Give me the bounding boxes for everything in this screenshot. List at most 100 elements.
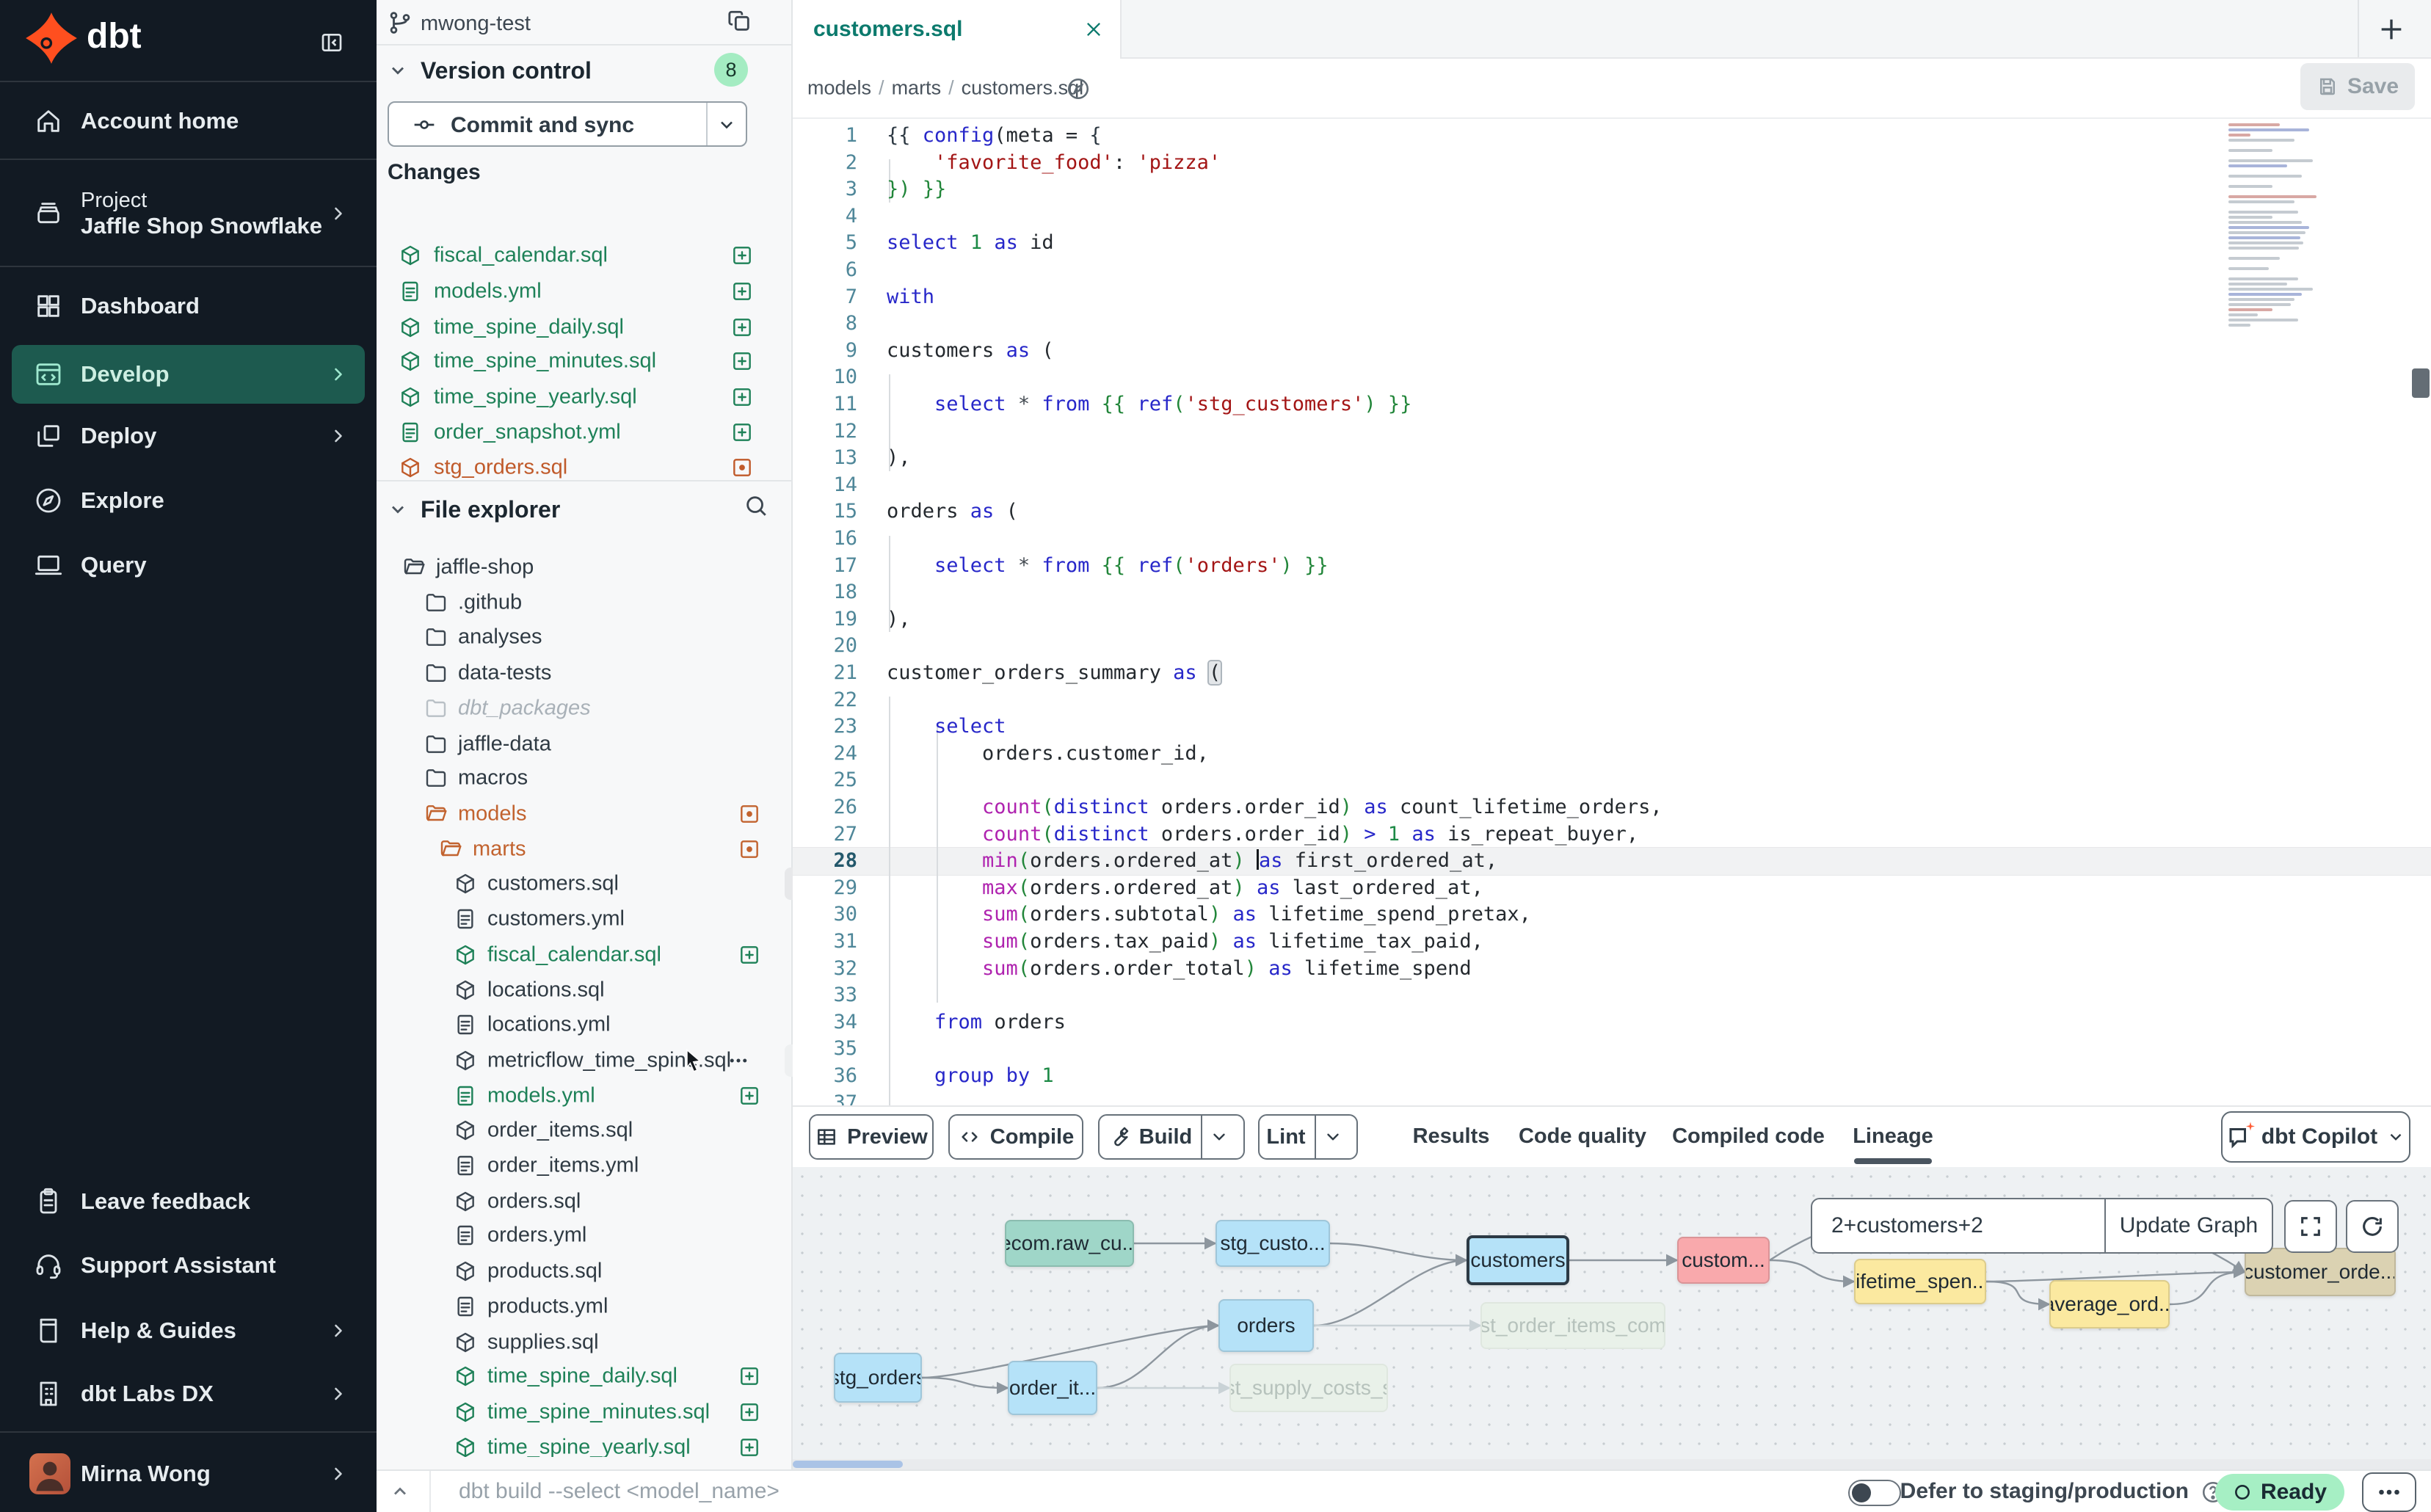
code-line[interactable]: 10: [793, 363, 2431, 390]
modified-badge-icon[interactable]: [730, 456, 754, 479]
file-search-icon[interactable]: [744, 493, 768, 518]
code-line[interactable]: 13),: [793, 444, 2431, 471]
breadcrumb-item[interactable]: marts: [892, 77, 942, 99]
code-line[interactable]: 27 count(distinct orders.order_id) > 1 a…: [793, 821, 2431, 848]
lineage-node-life[interactable]: lifetime_spen...: [1854, 1259, 1986, 1304]
sidebar-item-dashboard[interactable]: Dashboard: [0, 267, 377, 345]
tree-item--github[interactable]: .github: [377, 586, 793, 619]
code-line[interactable]: 1{{ config(meta = {: [793, 122, 2431, 149]
tab-results[interactable]: Results: [1413, 1107, 1490, 1166]
tree-item-order-items-sql[interactable]: order_items.sql: [377, 1113, 793, 1147]
sidebar-item-explore[interactable]: Explore: [0, 468, 377, 533]
tab-close-icon[interactable]: [1083, 19, 1104, 40]
sidebar-item-leave-feedback[interactable]: Leave feedback: [0, 1170, 377, 1233]
code-line[interactable]: 32 sum(orders.order_total) as lifetime_s…: [793, 955, 2431, 982]
lineage-search[interactable]: 2+customers+2 Update Graph: [1811, 1198, 2273, 1254]
code-line[interactable]: 36 group by 1: [793, 1062, 2431, 1089]
lineage-node-stgc[interactable]: stg_custo...: [1216, 1220, 1330, 1267]
tree-item-orders-sql[interactable]: orders.sql: [377, 1185, 793, 1218]
code-line[interactable]: 11 select * from {{ ref('stg_customers')…: [793, 390, 2431, 418]
code-line[interactable]: 26 count(distinct orders.order_id) as co…: [793, 793, 2431, 821]
lineage-node-oi[interactable]: order_it...: [1008, 1361, 1097, 1415]
code-line[interactable]: 4: [793, 203, 2431, 230]
lineage-node-co[interactable]: customer_orde...: [2245, 1248, 2396, 1296]
defer-toggle[interactable]: [1848, 1480, 1901, 1506]
tree-item-orders-yml[interactable]: orders.yml: [377, 1218, 793, 1252]
stage-plus-icon[interactable]: [730, 385, 754, 409]
change-item[interactable]: stg_orders.sql: [377, 451, 793, 479]
code-line[interactable]: 20: [793, 632, 2431, 659]
tree-item-metricflow-time-spine-sql[interactable]: metricflow_time_spine.sql: [377, 1044, 793, 1077]
tree-item-time-spine-minutes-sql[interactable]: time_spine_minutes.sql: [377, 1395, 793, 1429]
tree-item-customers-yml[interactable]: customers.yml: [377, 902, 793, 936]
explorer-collapse-icon[interactable]: [388, 499, 408, 520]
explorer-section-title[interactable]: File explorer: [421, 496, 560, 523]
code-line[interactable]: 6: [793, 256, 2431, 283]
sidebar-item-account-home[interactable]: Account home: [0, 82, 377, 160]
sidebar-item-dbt-labs-dx[interactable]: dbt Labs DX: [0, 1362, 377, 1425]
preview-button[interactable]: Preview: [809, 1114, 934, 1160]
stage-plus-icon[interactable]: [730, 316, 754, 339]
tree-item-supplies-sql[interactable]: supplies.sql: [377, 1326, 793, 1359]
lineage-node-ord[interactable]: orders: [1218, 1299, 1314, 1352]
breadcrumb-compass-icon[interactable]: [1066, 76, 1091, 101]
tree-item-customers-sql[interactable]: customers.sql: [377, 867, 793, 901]
minimap[interactable]: [2228, 123, 2346, 329]
lineage-node-pink[interactable]: custom...: [1677, 1237, 1770, 1284]
code-line[interactable]: 19),: [793, 606, 2431, 633]
code-line[interactable]: 7with: [793, 283, 2431, 310]
commit-dropdown-chevron-icon[interactable]: [716, 115, 737, 135]
modified-badge-icon[interactable]: [738, 802, 761, 826]
sidebar-item-query[interactable]: Query: [0, 533, 377, 597]
tree-item-dbt-packages[interactable]: dbt_packages: [377, 691, 793, 725]
code-line[interactable]: 21customer_orders_summary as (: [793, 659, 2431, 686]
more-options-button[interactable]: [2362, 1472, 2416, 1512]
build-button[interactable]: Build: [1098, 1114, 1245, 1160]
stage-plus-icon[interactable]: [738, 1400, 761, 1424]
stage-plus-icon[interactable]: [738, 943, 761, 967]
lineage-node-tsc[interactable]: test_supply_costs_s...: [1229, 1364, 1388, 1412]
lineage-node-cust[interactable]: customers: [1467, 1235, 1569, 1285]
code-line[interactable]: 24 orders.customer_id,: [793, 740, 2431, 767]
change-item[interactable]: models.yml: [377, 275, 793, 308]
stage-plus-icon[interactable]: [730, 349, 754, 373]
tree-item-analyses[interactable]: analyses: [377, 620, 793, 654]
code-line[interactable]: 12: [793, 418, 2431, 445]
dropdown-chevron-icon[interactable]: [1315, 1116, 1350, 1158]
sidebar-item-deploy[interactable]: Deploy: [0, 404, 377, 468]
tree-item-macros[interactable]: macros: [377, 761, 793, 795]
user-menu[interactable]: Mirna Wong: [0, 1440, 377, 1508]
tab-lineage[interactable]: Lineage: [1853, 1107, 1933, 1166]
stage-plus-icon[interactable]: [738, 1084, 761, 1108]
code-line[interactable]: 5select 1 as id: [793, 229, 2431, 256]
sidebar-item-project[interactable]: ProjectJaffle Shop Snowflake: [0, 160, 377, 267]
lineage-node-avg[interactable]: average_ord...: [2049, 1280, 2170, 1329]
change-item[interactable]: fiscal_calendar.sql: [377, 239, 793, 272]
code-line[interactable]: 29 max(orders.ordered_at) as last_ordere…: [793, 874, 2431, 901]
tree-item-time-spine-yearly-sql[interactable]: time_spine_yearly.sql: [377, 1431, 793, 1457]
change-item[interactable]: order_snapshot.yml: [377, 415, 793, 449]
compile-button[interactable]: Compile: [948, 1114, 1083, 1160]
sidebar-item-develop[interactable]: Develop: [0, 345, 377, 404]
tree-item-fiscal-calendar-sql[interactable]: fiscal_calendar.sql: [377, 938, 793, 972]
code-line[interactable]: 14: [793, 471, 2431, 498]
tree-item-locations-sql[interactable]: locations.sql: [377, 973, 793, 1007]
commit-and-sync-button[interactable]: Commit and sync: [388, 101, 747, 147]
dbt-copilot-button[interactable]: dbt Copilot: [2221, 1111, 2410, 1163]
code-line[interactable]: 30 sum(orders.subtotal) as lifetime_spen…: [793, 901, 2431, 928]
tab-customers-sql[interactable]: customers.sql: [793, 0, 1122, 59]
code-line[interactable]: 22: [793, 686, 2431, 713]
change-item[interactable]: time_spine_minutes.sql: [377, 344, 793, 378]
tree-item-locations-yml[interactable]: locations.yml: [377, 1008, 793, 1042]
tree-item-products-yml[interactable]: products.yml: [377, 1290, 793, 1323]
code-line[interactable]: 17 select * from {{ ref('orders') }}: [793, 552, 2431, 579]
dropdown-chevron-icon[interactable]: [1201, 1116, 1236, 1158]
command-input[interactable]: dbt build --select <model_name>: [459, 1479, 780, 1504]
code-line[interactable]: 2 'favorite_food': 'pizza': [793, 149, 2431, 176]
tree-item-models-yml[interactable]: models.yml: [377, 1079, 793, 1113]
code-line[interactable]: 28 min(orders.ordered_at) as first_order…: [793, 847, 2431, 874]
modified-badge-icon[interactable]: [738, 837, 761, 861]
new-tab-button[interactable]: [2377, 15, 2406, 44]
code-line[interactable]: 8: [793, 310, 2431, 337]
tab-compiled-code[interactable]: Compiled code: [1672, 1107, 1825, 1166]
